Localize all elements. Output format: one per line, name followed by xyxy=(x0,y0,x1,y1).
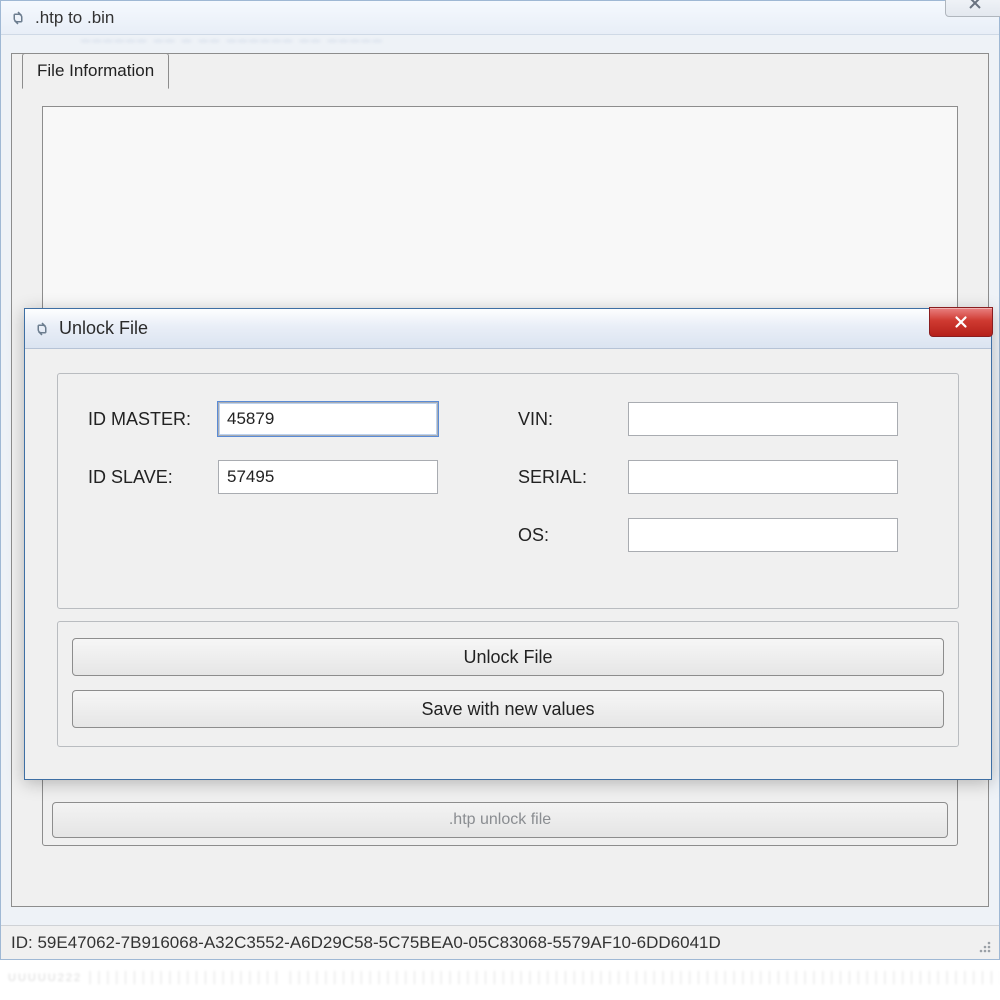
decorative-smudge: ────── ── ─ ── ────── ── ───── xyxy=(81,33,481,55)
serial-input[interactable] xyxy=(628,460,898,494)
save-new-values-label: Save with new values xyxy=(421,699,594,720)
label-id-slave: ID SLAVE: xyxy=(88,467,218,488)
label-os: OS: xyxy=(518,525,628,546)
unlock-file-label: Unlock File xyxy=(463,647,552,668)
unlock-file-button[interactable]: Unlock File xyxy=(72,638,944,676)
dialog-body: ID MASTER: VIN: ID SLAVE: SERIAL: OS: Un… xyxy=(35,359,981,769)
dialog-close-button[interactable] xyxy=(929,307,993,337)
label-serial: SERIAL: xyxy=(518,467,628,488)
label-id-master: ID MASTER: xyxy=(88,409,218,430)
bottom-noise: UUUUU222 ││││││││││││││││││││││ ││││││││… xyxy=(0,966,1000,1000)
convert-icon xyxy=(9,9,27,27)
tab-file-information[interactable]: File Information xyxy=(22,53,169,89)
status-id-value: 59E47062-7B916068-A32C3552-A6D29C58-5C75… xyxy=(37,933,720,953)
save-new-values-button[interactable]: Save with new values xyxy=(72,690,944,728)
unlock-file-dialog: Unlock File ID MASTER: VIN: ID SLAVE: SE… xyxy=(24,308,992,780)
buttons-group: Unlock File Save with new values xyxy=(57,621,959,747)
fields-group: ID MASTER: VIN: ID SLAVE: SERIAL: OS: xyxy=(57,373,959,609)
main-titlebar: .htp to .bin xyxy=(1,1,999,35)
vin-input[interactable] xyxy=(628,402,898,436)
htp-unlock-label: .htp unlock file xyxy=(449,811,551,829)
label-vin: VIN: xyxy=(518,409,628,430)
status-bar: ID: 59E47062-7B916068-A32C3552-A6D29C58-… xyxy=(1,925,999,959)
os-input[interactable] xyxy=(628,518,898,552)
resize-grip-icon[interactable] xyxy=(975,937,995,957)
id-slave-input[interactable] xyxy=(218,460,438,494)
dialog-title: Unlock File xyxy=(59,318,148,339)
status-id-label: ID: xyxy=(11,933,33,953)
main-close-button[interactable] xyxy=(945,0,1000,17)
tab-label: File Information xyxy=(37,61,154,81)
convert-icon xyxy=(33,320,51,338)
main-title: .htp to .bin xyxy=(35,8,114,28)
dialog-titlebar: Unlock File xyxy=(25,309,991,349)
id-master-input[interactable] xyxy=(218,402,438,436)
htp-unlock-file-button[interactable]: .htp unlock file xyxy=(52,802,948,838)
